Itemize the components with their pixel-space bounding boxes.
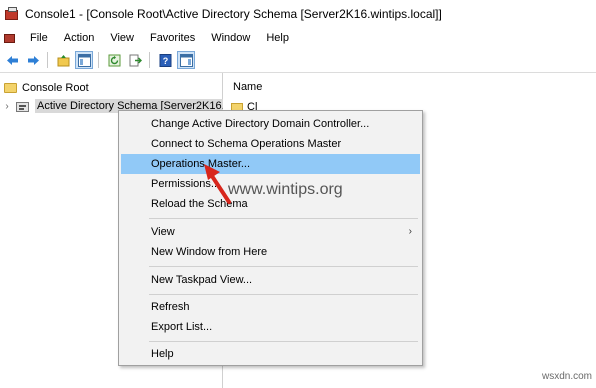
menu-item-export-list[interactable]: Export List... [121,317,420,337]
toolbar-separator [47,52,48,68]
forward-icon [27,55,39,65]
forward-button[interactable] [24,51,42,69]
context-menu: Change Active Directory Domain Controlle… [118,110,423,366]
column-header-name[interactable]: Name [233,81,262,93]
chevron-right-icon[interactable]: › [2,101,12,112]
menu-item-operations-master[interactable]: Operations Master... [121,154,420,174]
menu-item-new-window[interactable]: New Window from Here [121,242,420,262]
back-button[interactable] [3,51,21,69]
menu-file[interactable]: File [22,28,56,48]
show-hide-tree-icon [77,53,91,67]
refresh-button[interactable] [105,51,123,69]
menu-window[interactable]: Window [203,28,258,48]
up-folder-icon [57,54,69,66]
up-folder-button[interactable] [54,51,72,69]
title-bar: Console1 - [Console Root\Active Director… [0,0,596,29]
back-icon [6,55,18,65]
help-button[interactable]: ? [156,51,174,69]
export-icon [129,54,142,66]
site-logo: wsxdn.com [542,371,593,382]
menu-item-change-dc[interactable]: Change Active Directory Domain Controlle… [121,114,420,134]
action-pane-icon [179,53,193,67]
submenu-arrow-icon: › [408,226,412,237]
red-arrow-icon [204,164,231,204]
refresh-icon [108,54,120,66]
mmc-app-icon [5,7,19,21]
show-hide-tree-button[interactable] [75,51,93,69]
export-button[interactable] [126,51,144,69]
window-title: Console1 - [Console Root\Active Director… [25,7,442,21]
menu-item-view[interactable]: View › [121,222,420,242]
menu-action[interactable]: Action [56,28,103,48]
menu-item-help[interactable]: Help [121,344,420,364]
menu-item-refresh[interactable]: Refresh [121,297,420,317]
tree-item-label: Console Root [22,82,89,94]
schema-snapin-icon [16,100,30,113]
menu-favorites[interactable]: Favorites [142,28,203,48]
menu-item-connect-schema-master[interactable]: Connect to Schema Operations Master [121,134,420,154]
menu-separator [149,218,418,219]
menu-view[interactable]: View [102,28,142,48]
svg-text:?: ? [162,56,168,66]
system-menu-icon[interactable] [4,32,16,44]
tree-item-console-root[interactable]: Console Root [4,79,89,97]
toolbar-separator [98,52,99,68]
folder-icon [4,83,17,93]
menu-separator [149,266,418,267]
action-pane-button[interactable] [177,51,195,69]
menu-bar: File Action View Favorites Window Help [0,28,596,48]
menu-separator [149,341,418,342]
menu-separator [149,294,418,295]
menu-help[interactable]: Help [258,28,297,48]
menu-item-new-taskpad[interactable]: New Taskpad View... [121,270,420,290]
toolbar-separator [149,52,150,68]
help-icon: ? [159,53,171,67]
toolbar: ? [0,48,596,73]
menu-item-label: View [151,226,175,238]
